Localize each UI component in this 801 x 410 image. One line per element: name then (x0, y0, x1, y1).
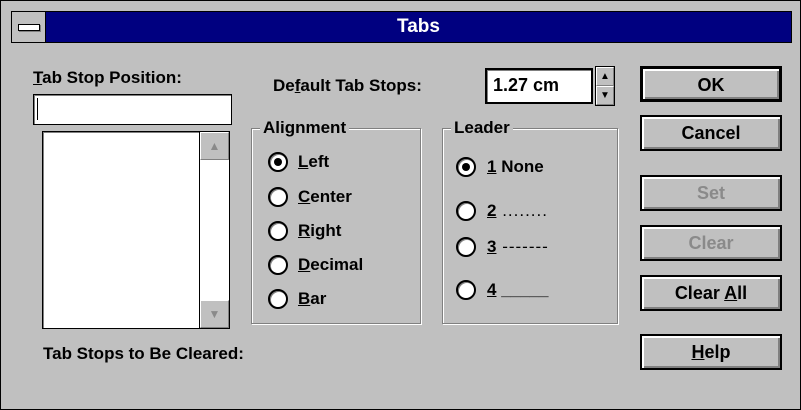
alignment-right-label[interactable]: Right (298, 220, 341, 242)
leader-none-label[interactable]: 1 None (487, 156, 544, 178)
leader-underline-radio[interactable] (456, 280, 476, 300)
default-tab-stops-input[interactable]: 1.27 cm (485, 68, 593, 104)
system-menu-button[interactable] (12, 12, 46, 42)
alignment-legend: Alignment (260, 117, 350, 139)
scroll-up-arrow-icon[interactable]: ▲ (200, 132, 229, 160)
window-title: Tabs (397, 16, 440, 37)
spin-up-arrow-icon[interactable]: ▲ (596, 67, 614, 86)
ok-button[interactable]: OK (640, 66, 782, 102)
leader-dashes-label[interactable]: 3 ------- (487, 236, 549, 258)
clear-all-button[interactable]: Clear All (640, 275, 782, 311)
help-button[interactable]: Help (640, 334, 782, 370)
alignment-bar-radio[interactable] (268, 289, 288, 309)
alignment-center-label[interactable]: Center (298, 186, 352, 208)
leader-dots-label[interactable]: 2 ........ (487, 200, 548, 222)
tabs-dialog: Tabs Tab Stop Position: ▲ ▼ Default Tab … (0, 0, 801, 410)
tab-stops-to-be-cleared-label: Tab Stops to Be Cleared: (43, 344, 244, 363)
system-menu-icon (18, 24, 40, 31)
alignment-decimal-radio[interactable] (268, 255, 288, 275)
text-caret (37, 98, 38, 120)
leader-legend: Leader (451, 117, 513, 139)
default-tab-stops-spinner[interactable]: ▲ ▼ (595, 66, 615, 106)
scroll-down-arrow-icon[interactable]: ▼ (200, 300, 229, 328)
spin-down-arrow-icon[interactable]: ▼ (596, 86, 614, 105)
title-bar[interactable]: Tabs (11, 11, 792, 43)
tab-stop-position-input[interactable] (33, 94, 232, 125)
leader-dots-radio[interactable] (456, 201, 476, 221)
alignment-center-radio[interactable] (268, 187, 288, 207)
tab-stop-list-scrollbar[interactable]: ▲ ▼ (199, 132, 229, 328)
cancel-button[interactable]: Cancel (640, 115, 782, 151)
set-button[interactable]: Set (640, 175, 782, 211)
tab-stop-list[interactable]: ▲ ▼ (42, 131, 230, 329)
alignment-left-label[interactable]: Left (298, 151, 329, 173)
alignment-bar-label[interactable]: Bar (298, 288, 326, 310)
alignment-left-radio[interactable] (268, 152, 288, 172)
leader-dashes-radio[interactable] (456, 237, 476, 257)
default-tab-stops-label: Default Tab Stops: (273, 76, 422, 95)
alignment-decimal-label[interactable]: Decimal (298, 254, 363, 276)
leader-none-radio[interactable] (456, 157, 476, 177)
alignment-right-radio[interactable] (268, 221, 288, 241)
leader-underline-label[interactable]: 4 _____ (487, 279, 548, 301)
clear-button[interactable]: Clear (640, 225, 782, 261)
tab-stop-position-label: Tab Stop Position: (33, 68, 182, 87)
